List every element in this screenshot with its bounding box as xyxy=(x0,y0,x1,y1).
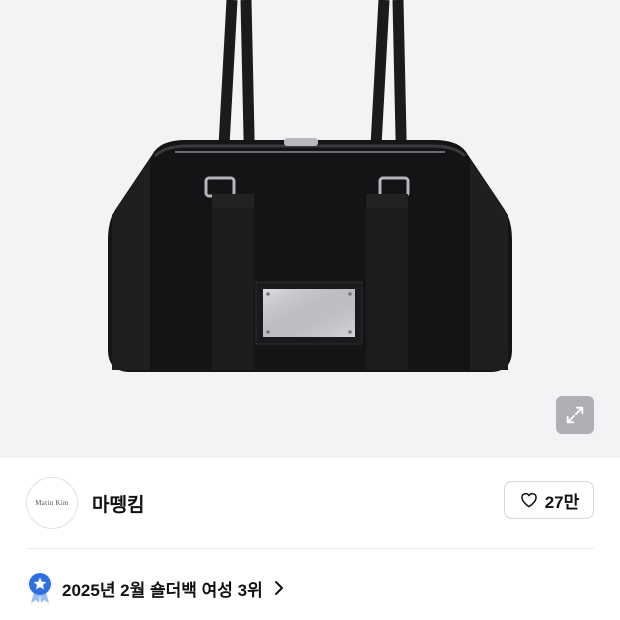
brand-logo-text: Matin Kim xyxy=(35,499,69,507)
brand-logo[interactable]: Matin Kim xyxy=(26,477,78,529)
brand-name[interactable]: 마뗑킴 xyxy=(92,490,144,517)
product-image-area[interactable] xyxy=(0,0,620,458)
expand-arrows-icon xyxy=(566,406,584,424)
like-button[interactable]: 27만 xyxy=(504,481,594,519)
like-count: 27만 xyxy=(544,492,580,512)
ranking-text: 2025년 2월 숄더백 여성 3위 xyxy=(62,580,263,600)
chevron-right-icon xyxy=(274,581,283,595)
expand-image-button[interactable] xyxy=(556,396,594,434)
star-medal-icon xyxy=(26,572,54,604)
ranking-link[interactable]: 2025년 2월 숄더백 여성 3위 xyxy=(26,568,285,608)
divider xyxy=(26,548,594,549)
heart-outline-icon xyxy=(520,492,537,508)
brand-row: Matin Kim 마뗑킴 27만 xyxy=(0,458,620,548)
product-image xyxy=(108,0,512,372)
